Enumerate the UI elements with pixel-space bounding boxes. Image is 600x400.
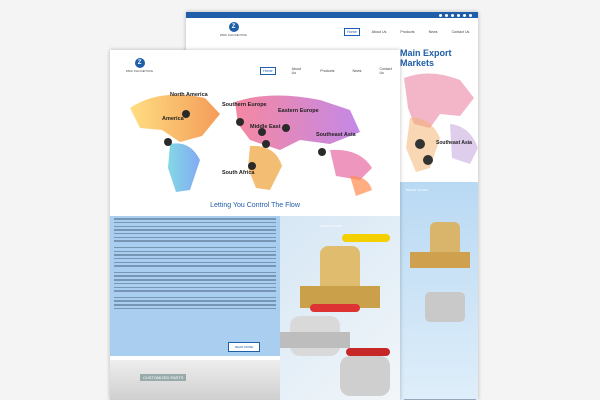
- map-label-south-africa: South Africa: [222, 170, 255, 176]
- front-nav: Home About Us Products News Contact Us: [260, 66, 400, 76]
- nav-home[interactable]: Home: [344, 28, 360, 36]
- world-map: North America America Southern Europe Ea…: [110, 80, 400, 205]
- back-nav: Home About Us Products News Contact Us: [344, 28, 471, 36]
- map-label-southern-europe: Southern Europe: [222, 102, 267, 108]
- photo-caption: BRASS VALVES: [320, 224, 343, 228]
- map-label-america: America: [162, 116, 184, 122]
- logo-mark: Z: [228, 22, 239, 32]
- front-page-screenshot: Z ZMC FAUCETING Home About Us Products N…: [110, 50, 400, 400]
- nav-contact[interactable]: Contact Us: [450, 29, 472, 35]
- map-label-southeast-asia: Southeast Asia: [316, 132, 356, 138]
- map-label-middle-east: Middle East: [250, 124, 281, 130]
- back-valve-photo: BRASS VALVES: [400, 182, 478, 400]
- map-label-eastern-europe: Eastern Europe: [278, 108, 319, 114]
- customized-parts-banner: CUSTOMIZED PARTS: [110, 360, 280, 400]
- map-label-north-america: North America: [170, 92, 208, 98]
- nav-news[interactable]: News: [427, 29, 440, 35]
- nav-products[interactable]: Products: [398, 29, 416, 35]
- back-logo[interactable]: Z ZMC FAUCETING: [220, 22, 247, 37]
- tagline: Letting You Control The Flow: [210, 202, 300, 209]
- intro-paragraphs: [110, 218, 280, 310]
- back-map: Southeast Asia: [400, 68, 478, 178]
- customized-parts-label: CUSTOMIZED PARTS: [140, 374, 187, 381]
- logo-text: ZMC FAUCETING: [220, 33, 248, 37]
- back-section-title: Main Export Markets: [400, 48, 452, 68]
- back-top-bar: [186, 12, 478, 18]
- nav-contact[interactable]: Contact Us: [377, 66, 394, 76]
- logo-mark: Z: [134, 58, 145, 68]
- nav-about[interactable]: About Us: [290, 66, 305, 76]
- nav-home[interactable]: Home: [260, 67, 276, 75]
- nav-products[interactable]: Products: [318, 68, 336, 74]
- valve-photo: BRASS VALVES: [280, 216, 400, 400]
- back-map-label: Southeast Asia: [436, 140, 472, 146]
- social-icons: [439, 12, 472, 18]
- nav-about[interactable]: About Us: [370, 29, 389, 35]
- nav-news[interactable]: News: [350, 68, 363, 74]
- read-more-button[interactable]: READ MORE: [228, 342, 261, 352]
- back-photo-caption: BRASS VALVES: [406, 188, 429, 192]
- logo-text: ZMC FAUCETING: [126, 69, 154, 73]
- front-logo[interactable]: Z ZMC FAUCETING: [126, 58, 153, 73]
- intro-text-block: [110, 216, 280, 356]
